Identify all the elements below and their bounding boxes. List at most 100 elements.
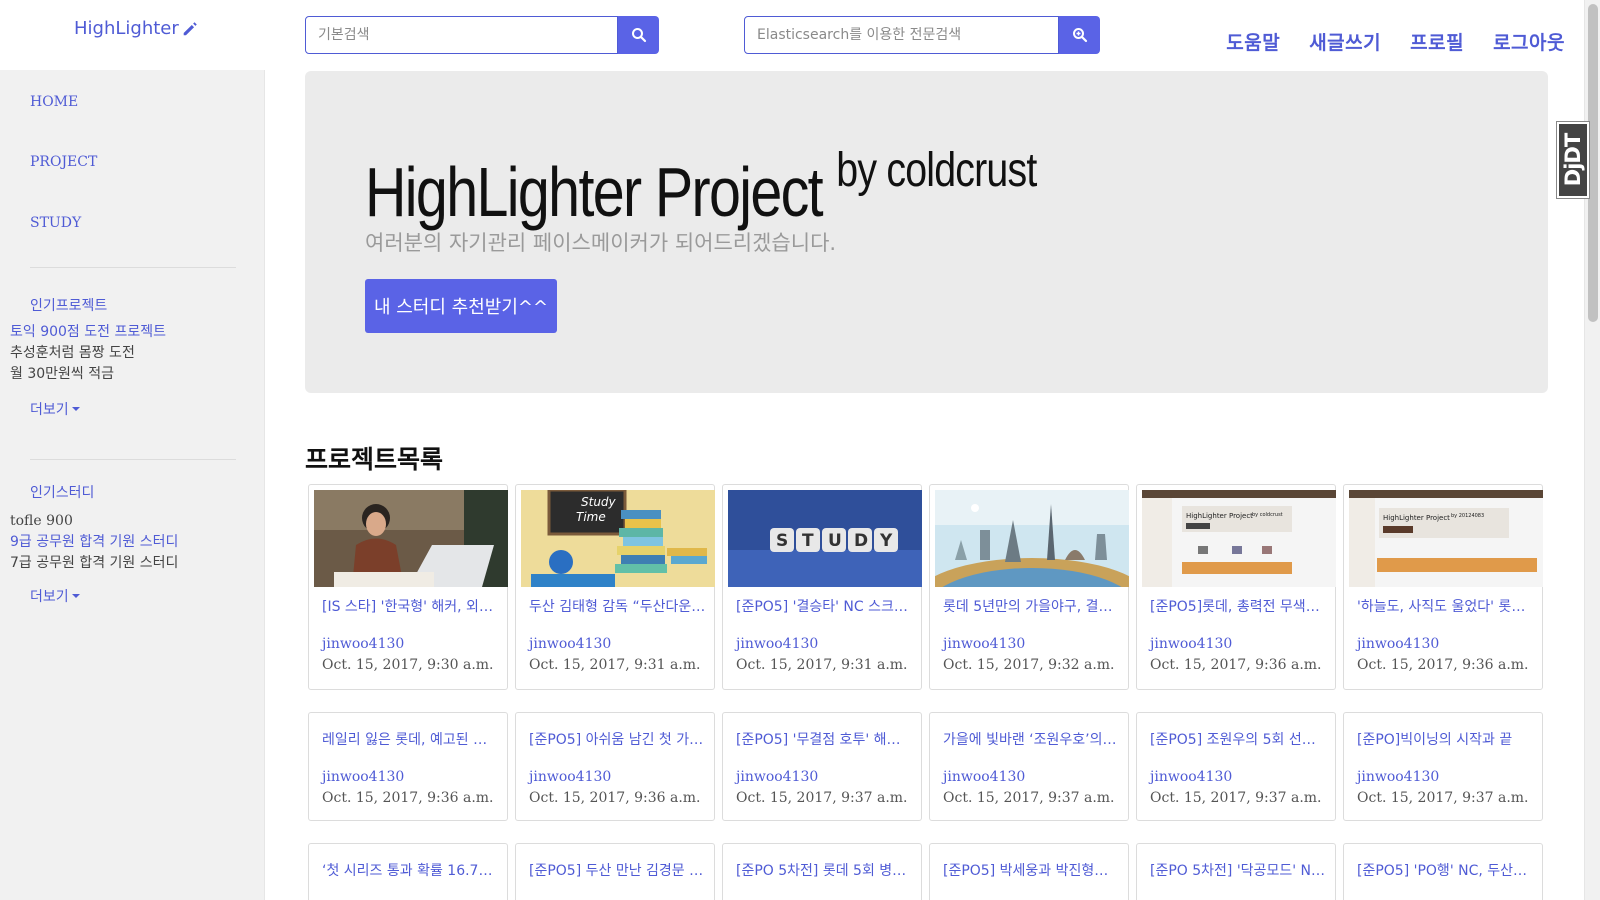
debug-toolbar-handle[interactable]: DjDT (1557, 122, 1589, 198)
project-card-title[interactable]: [준PO5] 박세웅과 박진형의 가을 (943, 860, 1120, 880)
basic-search-input[interactable] (305, 16, 618, 54)
sidebar-item-study[interactable]: STUDY (30, 215, 81, 231)
project-card[interactable]: StudyTime 두산 김태형 감독 “두산다운 야구 하겠다” jinwoo41… (515, 484, 715, 690)
project-card[interactable]: HighLighter Project by coldcrust [준PO5]롯데,… (1136, 484, 1336, 690)
project-card-author[interactable]: jinwoo4130 (322, 636, 404, 652)
project-card[interactable]: [준PO5] 아쉬움 남긴 첫 가을 무대 jinwoo4130 Oct. 15, … (515, 712, 715, 821)
popular-projects-more[interactable]: 더보기 (30, 399, 80, 419)
project-card[interactable]: STUDY [준PO5] '결승타' NC 스크럭스, 준PO 최우수선수 jinw… (722, 484, 922, 690)
recommend-study-button[interactable]: 내 스터디 추천받기^^ (365, 279, 557, 333)
nav-help[interactable]: 도움말 (1226, 28, 1280, 55)
svg-text:T: T (802, 531, 814, 551)
project-card-title[interactable]: [준PO5] '무결점 호투' 해커, 가을 에이스 (736, 729, 913, 749)
svg-text:HighLighter Project: HighLighter Project (1186, 512, 1253, 520)
project-card-author[interactable]: jinwoo4130 (1150, 636, 1232, 652)
brand-logo[interactable]: HighLighter (74, 18, 199, 39)
project-card-author[interactable]: jinwoo4130 (736, 636, 818, 652)
project-card-author[interactable]: jinwoo4130 (1150, 769, 1232, 785)
project-card[interactable]: 가을에 빛바랜 ‘조원우호’의 도전 jinwoo4130 Oct. 15, 201… (929, 712, 1129, 821)
project-card-title[interactable]: [준PO5] 'PO행' NC, 두산과 격돌 (1357, 860, 1534, 880)
project-card[interactable]: 레일리 잃은 롯데, 예고된 패배였나 jinwoo4130 Oct. 15, 20… (308, 712, 508, 821)
project-card[interactable]: [준PO5] 조원우의 5회 선택, 결과는 jinwoo4130 Oct. 15,… (1136, 712, 1336, 821)
project-card-title[interactable]: 롯데 5년만의 가을야구, 결과는... (943, 596, 1120, 616)
project-card-thumbnail[interactable]: STUDY (728, 490, 922, 587)
project-card[interactable]: [준PO 5차전] '닥공모드' NC 타선 (1136, 843, 1336, 900)
project-card-thumbnail[interactable] (935, 490, 1129, 587)
popular-studies-more[interactable]: 더보기 (30, 586, 80, 606)
full-text-search-button[interactable] (1059, 16, 1100, 54)
svg-text:S: S (776, 531, 788, 551)
nav-new-post[interactable]: 새글쓰기 (1309, 28, 1381, 55)
debug-toolbar-label: DjDT (1561, 133, 1586, 187)
project-card-date: Oct. 15, 2017, 9:36 a.m. (322, 790, 494, 806)
project-card-date: Oct. 15, 2017, 9:37 a.m. (736, 790, 908, 806)
more-label: 더보기 (30, 402, 69, 418)
project-card-thumbnail[interactable]: Study Time (521, 490, 715, 587)
popular-studies-title: 인기스터디 (30, 485, 95, 501)
project-card-title[interactable]: [준PO5] 아쉬움 남긴 첫 가을 무대 (529, 729, 706, 749)
project-card-author[interactable]: jinwoo4130 (1357, 636, 1439, 652)
nav-logout[interactable]: 로그아웃 (1493, 28, 1565, 55)
popular-projects-title: 인기프로젝트 (30, 298, 108, 314)
full-text-search-input[interactable] (744, 16, 1059, 54)
project-card-title[interactable]: 레일리 잃은 롯데, 예고된 패배였나 (322, 729, 499, 749)
project-card-author[interactable]: jinwoo4130 (943, 636, 1025, 652)
project-card[interactable]: [준PO5] '무결점 호투' 해커, 가을 에이스 jinwoo4130 Oct.… (722, 712, 922, 821)
popular-project-item[interactable]: 월 30만원씩 적금 (10, 364, 166, 385)
project-card-title[interactable]: [준PO 5차전] '닥공모드' NC 타선 (1150, 860, 1327, 880)
project-card-title[interactable]: [준PO 5차전] 롯데 5회 병살타에 울다 (736, 860, 913, 880)
scrollbar-thumb[interactable] (1588, 4, 1598, 322)
project-card-author[interactable]: jinwoo4130 (736, 769, 818, 785)
svg-text:by 20124083: by 20124083 (1451, 513, 1484, 519)
popular-project-item[interactable]: 토익 900점 도전 프로젝트 (10, 322, 166, 343)
more-label: 더보기 (30, 589, 69, 605)
sidebar-item-home[interactable]: HOME (30, 94, 78, 110)
project-card-author[interactable]: jinwoo4130 (529, 769, 611, 785)
full-text-search (744, 16, 1100, 54)
basic-search-button[interactable] (618, 16, 659, 54)
project-card-title[interactable]: 두산 김태형 감독 “두산다운 야구 하겠다” (529, 596, 706, 616)
project-card-thumbnail[interactable] (314, 490, 508, 587)
nav-profile[interactable]: 프로필 (1410, 28, 1464, 55)
project-card[interactable]: ‘첫 시리즈 통과 확률 16.7%’ NC (308, 843, 508, 900)
project-card-title[interactable]: ‘첫 시리즈 통과 확률 16.7%’ NC (322, 860, 499, 880)
popular-project-item[interactable]: 추성훈처럼 몸짱 도전 (10, 343, 166, 364)
project-card-title[interactable]: [준PO5] '결승타' NC 스크럭스, 준PO 최우수선수 (736, 596, 913, 616)
project-card[interactable]: [준PO]빅이닝의 시작과 끝 jinwoo4130 Oct. 15, 2017, … (1343, 712, 1543, 821)
project-card[interactable]: [준PO 5차전] 롯데 5회 병살타에 울다 (722, 843, 922, 900)
project-card-author[interactable]: jinwoo4130 (943, 769, 1025, 785)
project-card[interactable]: HighLighter Project by 20124083 '하늘도, 사직도 … (1343, 484, 1543, 690)
project-card[interactable]: [IS 스타] '한국형' 해커, 외국인 타자 성공 법칙... jinwoo4… (308, 484, 508, 690)
project-card[interactable]: 롯데 5년만의 가을야구, 결과는... jinwoo4130 Oct. 15, 2… (929, 484, 1129, 690)
project-card-date: Oct. 15, 2017, 9:31 a.m. (736, 657, 908, 673)
project-card-author[interactable]: jinwoo4130 (529, 636, 611, 652)
project-card[interactable]: [준PO5] 박세웅과 박진형의 가을 (929, 843, 1129, 900)
project-card[interactable]: [준PO5] 'PO행' NC, 두산과 격돌 (1343, 843, 1543, 900)
project-card-date: Oct. 15, 2017, 9:37 a.m. (1357, 790, 1529, 806)
project-card-author[interactable]: jinwoo4130 (322, 769, 404, 785)
jumbotron-lead: 여러분의 자기관리 페이스메이커가 되어드리겠습니다. (365, 231, 837, 255)
caret-down-icon (71, 594, 80, 598)
project-card-title[interactable]: [준PO5] 조원우의 5회 선택, 결과는 (1150, 729, 1327, 749)
brand-name: HighLighter (74, 18, 179, 39)
project-card-title[interactable]: '하늘도, 사직도 울었다' 롯데의 가을 (1357, 596, 1534, 616)
project-card-title[interactable]: [준PO5]롯데, 총력전 무색한 완패 (1150, 596, 1327, 616)
project-card-author[interactable]: jinwoo4130 (1357, 769, 1439, 785)
project-card-title[interactable]: [준PO5] 두산 만난 김경문 감독 (529, 860, 706, 880)
popular-study-item[interactable]: 9급 공무원 합격 기원 스터디 (10, 532, 178, 553)
popular-study-item[interactable]: 7급 공무원 합격 기원 스터디 (10, 553, 178, 574)
project-card-date: Oct. 15, 2017, 9:36 a.m. (1150, 657, 1322, 673)
svg-text:HighLighter Project: HighLighter Project (1383, 514, 1450, 522)
project-card-date: Oct. 15, 2017, 9:31 a.m. (529, 657, 701, 673)
popular-study-item[interactable]: tofle 900 (10, 511, 178, 532)
sidebar-item-project[interactable]: PROJECT (30, 154, 97, 170)
project-card[interactable]: [준PO5] 두산 만난 김경문 감독 (515, 843, 715, 900)
caret-down-icon (71, 407, 80, 411)
project-card-thumbnail[interactable]: HighLighter Project by 20124083 (1349, 490, 1543, 587)
project-card-title[interactable]: 가을에 빛바랜 ‘조원우호’의 도전 (943, 729, 1120, 749)
project-card-title[interactable]: [IS 스타] '한국형' 해커, 외국인 타자 성공 법칙... (322, 596, 499, 616)
project-card-title[interactable]: [준PO]빅이닝의 시작과 끝 (1357, 729, 1534, 749)
jumbotron: HighLighter Project by coldcrust 여러분의 자기… (305, 71, 1548, 393)
basic-search (305, 16, 659, 54)
project-card-thumbnail[interactable]: HighLighter Project by coldcrust (1142, 490, 1336, 587)
